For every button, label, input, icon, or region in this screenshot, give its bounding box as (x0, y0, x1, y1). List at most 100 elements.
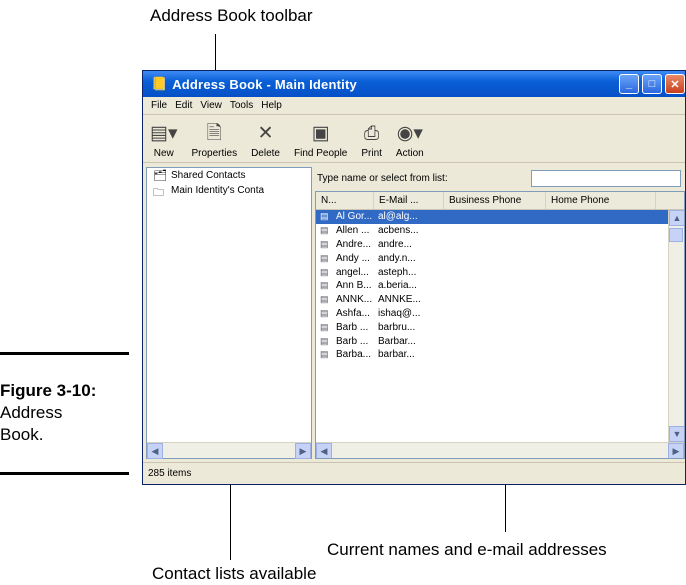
delete-x-icon: ✕ (257, 123, 274, 144)
contact-row[interactable]: ▤ Barba... barbar... (316, 348, 684, 362)
maximize-button[interactable]: □ (642, 74, 662, 94)
contact-row[interactable]: ▤ ANNK... ANNKE... (316, 293, 684, 307)
contact-name: Ann B... (336, 280, 372, 292)
action-icon: ◉▾ (396, 123, 423, 144)
title-bar[interactable]: 📒 Address Book - Main Identity _ □ ✕ (143, 71, 685, 97)
status-bar: 285 items (143, 462, 685, 484)
menu-edit[interactable]: Edit (171, 100, 196, 111)
contact-row[interactable]: ▤ Ashfa... ishaq@... (316, 307, 684, 321)
new-button[interactable]: ▤▾ New (143, 122, 185, 159)
contact-card-icon: ▤ (320, 335, 329, 346)
contact-email: ANNKE... (378, 294, 421, 306)
menu-bar: File Edit View Tools Help (143, 97, 685, 115)
contact-row[interactable]: ▤ Barb ... barbru... (316, 320, 684, 334)
menu-file[interactable]: File (147, 100, 171, 111)
properties-icon: 🗎 (206, 123, 222, 144)
contact-name: Ashfa... (336, 307, 370, 319)
figure-label: Figure 3-10: (0, 381, 97, 400)
contact-card-icon: ▤ (320, 211, 329, 222)
contact-email: barbar... (378, 349, 415, 361)
column-headers: N... E-Mail ... Business Phone Home Phon… (316, 192, 684, 210)
scroll-left-icon[interactable]: ◀ (316, 443, 332, 458)
tree-horizontal-scrollbar[interactable]: ◀ ▶ (147, 442, 311, 459)
shared-folder-icon: 🗂 (153, 170, 167, 182)
contact-name: Barba... (336, 349, 372, 361)
column-name[interactable]: N... (316, 192, 374, 209)
search-input[interactable] (531, 170, 681, 187)
contact-card-icon: ▤ (320, 307, 329, 318)
delete-button[interactable]: ✕ Delete (244, 122, 287, 159)
menu-view[interactable]: View (196, 100, 226, 111)
callout-contact-lists: Contact lists available (152, 564, 317, 583)
toolbar: ▤▾ New 🗎 Properties ✕ Delete ▣ Find Peop… (143, 115, 685, 163)
contact-row[interactable]: ▤ Allen ... acbens... (316, 224, 684, 238)
tree-item-main-identity[interactable]: 🗀 Main Identity's Conta (147, 183, 311, 198)
close-button[interactable]: ✕ (665, 74, 685, 94)
contact-email: al@alg... (378, 211, 418, 223)
scroll-left-icon[interactable]: ◀ (147, 443, 163, 459)
contact-name: Barb ... (336, 321, 369, 333)
new-card-icon: ▤▾ (150, 123, 178, 144)
contact-card-icon: ▤ (320, 252, 329, 263)
contacts-list: N... E-Mail ... Business Phone Home Phon… (315, 191, 685, 459)
window-controls: _ □ ✕ (619, 74, 685, 94)
find-people-button[interactable]: ▣ Find People (287, 122, 354, 159)
minimize-button[interactable]: _ (619, 74, 639, 94)
contact-email: barbru... (378, 321, 416, 333)
search-label: Type name or select from list: (317, 172, 448, 184)
contact-card-icon: ▤ (320, 321, 329, 332)
scroll-right-icon[interactable]: ▶ (668, 443, 684, 458)
contact-row[interactable]: ▤ Al Gor... al@alg... (316, 210, 684, 224)
contact-name: Al Gor... (336, 211, 373, 223)
action-button[interactable]: ◉▾ Action (389, 122, 431, 159)
figure-caption-line1: Address (0, 403, 63, 422)
contact-row[interactable]: ▤ Barb ... Barbar... (316, 334, 684, 348)
contact-row[interactable]: ▤ angel... asteph... (316, 265, 684, 279)
contact-email: andy.n... (378, 252, 416, 264)
contact-card-icon: ▤ (320, 349, 329, 360)
contact-row[interactable]: ▤ Ann B... a.beria... (316, 279, 684, 293)
scroll-thumb[interactable] (669, 228, 683, 242)
find-people-button-label: Find People (293, 148, 348, 159)
callout-current-names: Current names and e-mail addresses (327, 540, 607, 559)
new-button-label: New (153, 148, 174, 159)
scroll-down-icon[interactable]: ▼ (669, 426, 684, 442)
contact-row[interactable]: ▤ Andre... andre... (316, 238, 684, 252)
contact-row[interactable]: ▤ Andy ... andy.n... (316, 251, 684, 265)
contact-email: Barbar... (378, 335, 416, 347)
item-count: 285 items (148, 468, 192, 479)
scroll-right-icon[interactable]: ▶ (295, 443, 311, 459)
list-vertical-scrollbar[interactable]: ▲ ▼ (668, 210, 684, 442)
properties-button[interactable]: 🗎 Properties (185, 122, 245, 159)
contact-name: angel... (336, 266, 369, 278)
scroll-up-icon[interactable]: ▲ (669, 210, 684, 226)
menu-tools[interactable]: Tools (226, 100, 257, 111)
tree-item-label: Shared Contacts (171, 170, 246, 181)
tree-item-label: Main Identity's Conta (171, 185, 265, 196)
column-email[interactable]: E-Mail ... (374, 192, 444, 209)
contact-email: acbens... (378, 225, 419, 237)
menu-help[interactable]: Help (257, 100, 286, 111)
tree-item-shared-contacts[interactable]: 🗂 Shared Contacts (147, 168, 311, 183)
figure-rule-top (0, 352, 129, 355)
properties-button-label: Properties (191, 148, 238, 159)
contact-name: ANNK... (336, 294, 373, 306)
contact-email: a.beria... (378, 280, 417, 292)
figure-caption: Figure 3-10: Address Book. (0, 380, 96, 446)
folder-tree: 🗂 Shared Contacts 🗀 Main Identity's Cont… (146, 167, 312, 459)
contact-email: asteph... (378, 266, 417, 278)
contact-card-icon: ▤ (320, 280, 329, 291)
contact-card-icon: ▤ (320, 266, 329, 277)
find-people-icon: ▣ (311, 123, 330, 144)
list-horizontal-scrollbar[interactable]: ◀ ▶ (316, 442, 684, 458)
address-book-window: 📒 Address Book - Main Identity _ □ ✕ Fil… (142, 70, 686, 485)
delete-button-label: Delete (251, 148, 280, 159)
column-home-phone[interactable]: Home Phone (546, 192, 656, 209)
contact-email: ishaq@... (378, 307, 421, 319)
column-business-phone[interactable]: Business Phone (444, 192, 546, 209)
main-content: 🗂 Shared Contacts 🗀 Main Identity's Cont… (143, 164, 685, 462)
figure-rule-bottom (0, 472, 129, 475)
print-button[interactable]: ⎙ Print (354, 122, 389, 159)
contact-card-icon: ▤ (320, 294, 329, 305)
action-button-label: Action (395, 148, 424, 159)
